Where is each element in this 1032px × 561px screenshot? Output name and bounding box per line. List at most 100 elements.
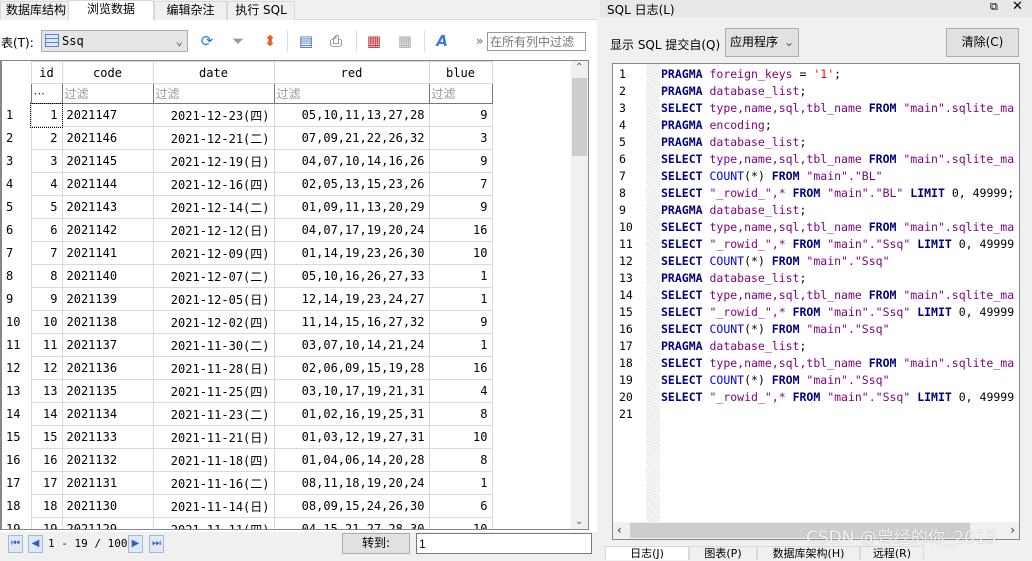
table-row[interactable]: 16 16 2021132 2021-11-18(四) 01,04,06,14,20,2… <box>2 448 493 472</box>
cell-date[interactable]: 2021-12-05(日) <box>152 287 275 311</box>
cell-blue[interactable]: 1 <box>428 287 493 311</box>
cell-red[interactable]: 04,07,17,19,20,24 <box>273 218 430 242</box>
cell-blue[interactable]: 8 <box>428 448 493 472</box>
cell-date[interactable]: 2021-11-21(日) <box>152 425 275 449</box>
cell-blue[interactable]: 9 <box>428 195 493 219</box>
cell-red[interactable]: 08,11,18,19,20,24 <box>273 471 430 495</box>
cell-red[interactable]: 03,10,17,19,21,31 <box>273 379 430 403</box>
cell-code[interactable]: 2021131 <box>61 471 154 495</box>
filter-date[interactable]: 过滤 <box>152 83 275 104</box>
cell-red[interactable]: 12,14,19,23,24,27 <box>273 287 430 311</box>
cell-id[interactable]: 10 <box>30 310 63 334</box>
cell-id[interactable]: 16 <box>30 448 63 472</box>
sql-source-select[interactable]: 应用程序 ⌄ <box>725 28 799 57</box>
cell-date[interactable]: 2021-12-12(日) <box>152 218 275 242</box>
cell-blue[interactable]: 9 <box>428 103 493 127</box>
cell-date[interactable]: 2021-11-11(四) <box>152 517 275 529</box>
cell-date[interactable]: 2021-12-02(四) <box>152 310 275 334</box>
cell-red[interactable]: 05,10,16,26,27,33 <box>273 264 430 288</box>
cell-code[interactable]: 2021129 <box>61 517 154 529</box>
cell-date[interactable]: 2021-11-30(二) <box>152 333 275 357</box>
cell-blue[interactable]: 8 <box>428 402 493 426</box>
table-row[interactable]: 18 18 2021130 2021-11-14(日) 08,09,15,24,26,3… <box>2 494 493 518</box>
cell-code[interactable]: 2021136 <box>61 356 154 380</box>
cell-id[interactable]: 18 <box>30 494 63 518</box>
cell-red[interactable]: 08,09,15,24,26,30 <box>273 494 430 518</box>
first-page-icon[interactable]: ⏮ <box>8 535 23 553</box>
cell-code[interactable]: 2021141 <box>61 241 154 265</box>
previous-page-icon[interactable]: ◀ <box>28 535 43 553</box>
vertical-scrollbar[interactable]: ⌃ ⌄ <box>571 61 588 529</box>
cell-blue[interactable]: 4 <box>428 379 493 403</box>
cell-date[interactable]: 2021-11-28(日) <box>152 356 275 380</box>
filter-blue[interactable]: 过滤 <box>428 83 493 104</box>
print-icon[interactable]: ⎙ <box>326 31 346 51</box>
tab-execute-sql[interactable]: 执行 SQL <box>227 1 295 20</box>
filter-code[interactable]: 过滤 <box>61 83 154 104</box>
filter-id[interactable]: ··· <box>30 83 63 104</box>
cell-date[interactable]: 2021-12-07(二) <box>152 264 275 288</box>
cell-date[interactable]: 2021-12-09(四) <box>152 241 275 265</box>
cell-id[interactable]: 15 <box>30 425 63 449</box>
cell-blue[interactable]: 10 <box>428 517 493 529</box>
table-row[interactable]: 5 5 2021143 2021-12-14(二) 01,09,11,13,20,29 9 <box>2 195 493 219</box>
table-row[interactable]: 2 2 2021146 2021-12-21(二) 07,09,21,22,26,32 3 <box>2 126 493 150</box>
table-row[interactable]: 6 6 2021142 2021-12-12(日) 04,07,17,19,20,24 1… <box>2 218 493 242</box>
scroll-down-icon[interactable]: ⌄ <box>575 516 583 527</box>
tab-db-schema[interactable]: 数据库架构(H) <box>757 546 860 560</box>
table-row[interactable]: 4 4 2021144 2021-12-16(四) 02,05,13,15,23,26 7 <box>2 172 493 196</box>
cell-code[interactable]: 2021133 <box>61 425 154 449</box>
more-icon[interactable]: » <box>476 34 483 48</box>
table-row[interactable]: 1 1 2021147 2021-12-23(四) 05,10,11,13,27,28 9 <box>2 102 493 128</box>
tab-log[interactable]: 日志(J) <box>605 546 689 560</box>
table-select[interactable]: Ssq ⌄ <box>41 30 188 52</box>
cell-code[interactable]: 2021137 <box>61 333 154 357</box>
cell-date[interactable]: 2021-11-25(四) <box>152 379 275 403</box>
table-row[interactable]: 7 7 2021141 2021-12-09(四) 01,14,19,23,26,30 1… <box>2 241 493 265</box>
cell-red[interactable]: 03,07,10,14,21,24 <box>273 333 430 357</box>
cell-date[interactable]: 2021-11-18(四) <box>152 448 275 472</box>
cell-code[interactable]: 2021132 <box>61 448 154 472</box>
cell-red[interactable]: 01,14,19,23,26,30 <box>273 241 430 265</box>
cell-id[interactable]: 6 <box>30 218 63 242</box>
cell-id[interactable]: 14 <box>30 402 63 426</box>
scroll-up-icon[interactable]: ⌃ <box>575 62 583 73</box>
cell-code[interactable]: 2021143 <box>61 195 154 219</box>
table-row[interactable]: 12 12 2021136 2021-11-28(日) 02,06,09,15,19,2… <box>2 356 493 380</box>
cell-code[interactable]: 2021144 <box>61 172 154 196</box>
cell-id[interactable]: 1 <box>30 102 63 128</box>
table-row[interactable]: 11 11 2021137 2021-11-30(二) 03,07,10,14,21,2… <box>2 333 493 357</box>
cell-red[interactable]: 07,09,21,22,26,32 <box>273 126 430 150</box>
cell-id[interactable]: 7 <box>30 241 63 265</box>
goto-input[interactable] <box>416 533 592 554</box>
cell-code[interactable]: 2021145 <box>61 149 154 173</box>
tab-edit-pragmas[interactable]: 编辑杂注 <box>154 1 227 20</box>
table-row[interactable]: 10 10 2021138 2021-12-02(四) 11,14,15,16,27,3… <box>2 310 493 334</box>
cell-code[interactable]: 2021138 <box>61 310 154 334</box>
font-icon[interactable]: A <box>432 31 452 51</box>
tab-chart[interactable]: 图表(P) <box>689 546 757 560</box>
cell-blue[interactable]: 7 <box>428 172 493 196</box>
clear-sort-icon[interactable]: ⬍ <box>260 31 280 51</box>
cell-id[interactable]: 3 <box>30 149 63 173</box>
clear-button[interactable]: 清除(C) <box>946 28 1019 57</box>
cell-blue[interactable]: 9 <box>428 310 493 334</box>
cell-code[interactable]: 2021142 <box>61 218 154 242</box>
cell-red[interactable]: 04,15,21,27,28,30 <box>273 517 430 529</box>
tab-database-structure[interactable]: 数据库结构 <box>0 1 72 20</box>
close-icon[interactable]: ✕ <box>1012 0 1023 14</box>
column-header-date[interactable]: date <box>152 61 275 84</box>
cell-id[interactable]: 4 <box>30 172 63 196</box>
delete-record-icon[interactable]: ▦ <box>395 31 415 51</box>
table-row[interactable]: 13 13 2021135 2021-11-25(四) 03,10,17,19,21,3… <box>2 379 493 403</box>
cell-date[interactable]: 2021-11-23(二) <box>152 402 275 426</box>
table-row[interactable]: 14 14 2021134 2021-11-23(二) 01,02,16,19,25,3… <box>2 402 493 426</box>
cell-red[interactable]: 01,03,12,19,27,31 <box>273 425 430 449</box>
cell-blue[interactable]: 6 <box>428 494 493 518</box>
cell-red[interactable]: 11,14,15,16,27,32 <box>273 310 430 334</box>
cell-code[interactable]: 2021147 <box>61 103 154 127</box>
table-row[interactable]: 15 15 2021133 2021-11-21(日) 01,03,12,19,27,3… <box>2 425 493 449</box>
table-row[interactable]: 17 17 2021131 2021-11-16(二) 08,11,18,19,20,2… <box>2 471 493 495</box>
cell-blue[interactable]: 10 <box>428 241 493 265</box>
save-table-icon[interactable]: ▤ <box>296 31 316 51</box>
